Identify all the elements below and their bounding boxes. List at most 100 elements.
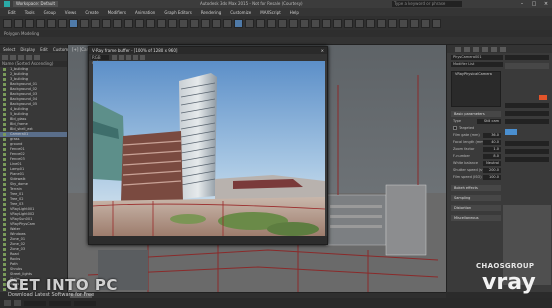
right-panel-field-7[interactable] xyxy=(505,157,549,162)
shutter-speed-spinner[interactable]: 200.0 xyxy=(483,168,501,173)
rollout-basic[interactable]: Basic parameters xyxy=(451,111,501,117)
minimize-icon[interactable]: – xyxy=(516,0,528,8)
toolbar-button[interactable] xyxy=(157,18,166,28)
color-swatch[interactable] xyxy=(539,95,547,100)
vfb-title-bar[interactable]: V-Ray frame buffer - [100% of 1280 x 960… xyxy=(89,47,327,54)
filter-icon[interactable] xyxy=(2,54,8,60)
toolbar-button[interactable] xyxy=(47,18,56,28)
search-input[interactable]: Type a keyword or phrase xyxy=(392,1,462,7)
right-panel-field-2[interactable] xyxy=(505,103,549,108)
right-panel-field-4[interactable] xyxy=(505,119,549,124)
zoom-factor-spinner[interactable]: 1.0 xyxy=(483,147,501,152)
right-panel-field-3[interactable] xyxy=(505,111,549,116)
play-button[interactable] xyxy=(4,300,11,306)
rollout-bokeh[interactable]: Bokeh effects xyxy=(451,185,501,191)
white-balance-select[interactable]: Neutral xyxy=(483,161,501,166)
object-name-field[interactable]: PhysCamera001 xyxy=(451,55,503,60)
menu-item[interactable]: Edit xyxy=(8,10,16,15)
toolbar-button[interactable] xyxy=(245,18,254,28)
targeted-checkbox[interactable] xyxy=(453,126,457,130)
toolbar-button[interactable] xyxy=(333,18,342,28)
menu-item[interactable]: Create xyxy=(85,10,98,15)
toolbar-button[interactable] xyxy=(311,18,320,28)
create-tab-icon[interactable] xyxy=(455,46,461,52)
vfb-close-icon[interactable]: × xyxy=(321,47,324,54)
toolbar-button[interactable] xyxy=(432,18,441,28)
modifier-stack[interactable]: VRayPhysicalCamera xyxy=(451,71,501,107)
blue-channel-icon[interactable] xyxy=(126,55,131,60)
toolbar-button[interactable] xyxy=(25,18,34,28)
y-coordinate-field[interactable] xyxy=(49,300,71,306)
vfb-channel-select[interactable]: RGB color xyxy=(91,55,109,65)
toolbar-button[interactable] xyxy=(80,18,89,28)
menu-item[interactable]: Customize xyxy=(230,10,251,15)
explorer-tab[interactable]: Edit xyxy=(40,47,48,52)
save-image-icon[interactable] xyxy=(133,55,138,60)
clear-image-icon[interactable] xyxy=(140,55,145,60)
film-speed-spinner[interactable]: 100.0 xyxy=(483,175,501,180)
toolbar-button[interactable] xyxy=(234,18,243,28)
toolbar-button[interactable] xyxy=(113,18,122,28)
menu-item[interactable]: Rendering xyxy=(201,10,221,15)
menu-item[interactable]: Help xyxy=(290,10,299,15)
menu-item[interactable]: Modifiers xyxy=(108,10,126,15)
toolbar-button[interactable] xyxy=(179,18,188,28)
workspace-dropdown[interactable]: Workspace: Default xyxy=(13,1,59,7)
menu-item[interactable]: Views xyxy=(65,10,77,15)
toolbar-button[interactable] xyxy=(58,18,67,28)
rollout-distortion[interactable]: Distortion xyxy=(451,205,501,211)
rollout-sampling[interactable]: Sampling xyxy=(451,195,501,201)
ribbon[interactable]: Polygon Modeling xyxy=(0,30,552,37)
toolbar-button[interactable] xyxy=(377,18,386,28)
light-icon[interactable] xyxy=(10,54,16,60)
toolbar-button[interactable] xyxy=(212,18,221,28)
explorer-tab[interactable]: Select xyxy=(3,47,15,52)
toolbar-button[interactable] xyxy=(399,18,408,28)
toolbar-button[interactable] xyxy=(190,18,199,28)
menu-item[interactable]: MAXScript xyxy=(260,10,281,15)
toolbar-button[interactable] xyxy=(322,18,331,28)
toolbar-button[interactable] xyxy=(421,18,430,28)
app-icon[interactable] xyxy=(4,1,10,7)
toolbar-button[interactable] xyxy=(102,18,111,28)
explorer-tab[interactable]: Display xyxy=(20,47,35,52)
rollout-misc[interactable]: Miscellaneous xyxy=(451,215,501,221)
toolbar-button[interactable] xyxy=(278,18,287,28)
toolbar-button[interactable] xyxy=(410,18,419,28)
toolbar-button[interactable] xyxy=(91,18,100,28)
toolbar-button[interactable] xyxy=(267,18,276,28)
menu-item[interactable]: Tools xyxy=(25,10,35,15)
utilities-tab-icon[interactable] xyxy=(500,46,506,52)
toolbar-button[interactable] xyxy=(223,18,232,28)
active-toggle[interactable] xyxy=(505,129,517,135)
right-panel-field-1[interactable] xyxy=(505,55,549,60)
stack-item[interactable]: VRayPhysicalCamera xyxy=(452,72,500,77)
hierarchy-tab-icon[interactable] xyxy=(473,46,479,52)
toolbar-button[interactable] xyxy=(3,18,12,28)
focal-length-spinner[interactable]: 40.0 xyxy=(483,140,501,145)
toolbar-button[interactable] xyxy=(168,18,177,28)
z-coordinate-field[interactable] xyxy=(74,300,96,306)
toolbar-button[interactable] xyxy=(300,18,309,28)
modifier-list-dropdown[interactable]: Modifier List xyxy=(451,62,503,67)
menu-item[interactable]: Animation xyxy=(135,10,155,15)
motion-tab-icon[interactable] xyxy=(482,46,488,52)
right-panel-field-5[interactable] xyxy=(505,141,549,146)
toolbar-button[interactable] xyxy=(256,18,265,28)
helper-icon[interactable] xyxy=(26,54,32,60)
maximize-icon[interactable]: □ xyxy=(528,0,540,8)
x-coordinate-field[interactable] xyxy=(24,300,46,306)
close-icon[interactable]: × xyxy=(540,0,552,8)
modify-tab-icon[interactable] xyxy=(464,46,470,52)
film-gate-spinner[interactable]: 36.0 xyxy=(483,133,501,138)
toolbar-button[interactable] xyxy=(124,18,133,28)
f-number-spinner[interactable]: 8.0 xyxy=(483,154,501,159)
toolbar-button[interactable] xyxy=(146,18,155,28)
toolbar-button[interactable] xyxy=(14,18,23,28)
toolbar-button[interactable] xyxy=(289,18,298,28)
toolbar-button[interactable] xyxy=(135,18,144,28)
red-channel-icon[interactable] xyxy=(112,55,117,60)
green-channel-icon[interactable] xyxy=(119,55,124,60)
stop-button[interactable] xyxy=(14,300,21,306)
toolbar-button[interactable] xyxy=(388,18,397,28)
